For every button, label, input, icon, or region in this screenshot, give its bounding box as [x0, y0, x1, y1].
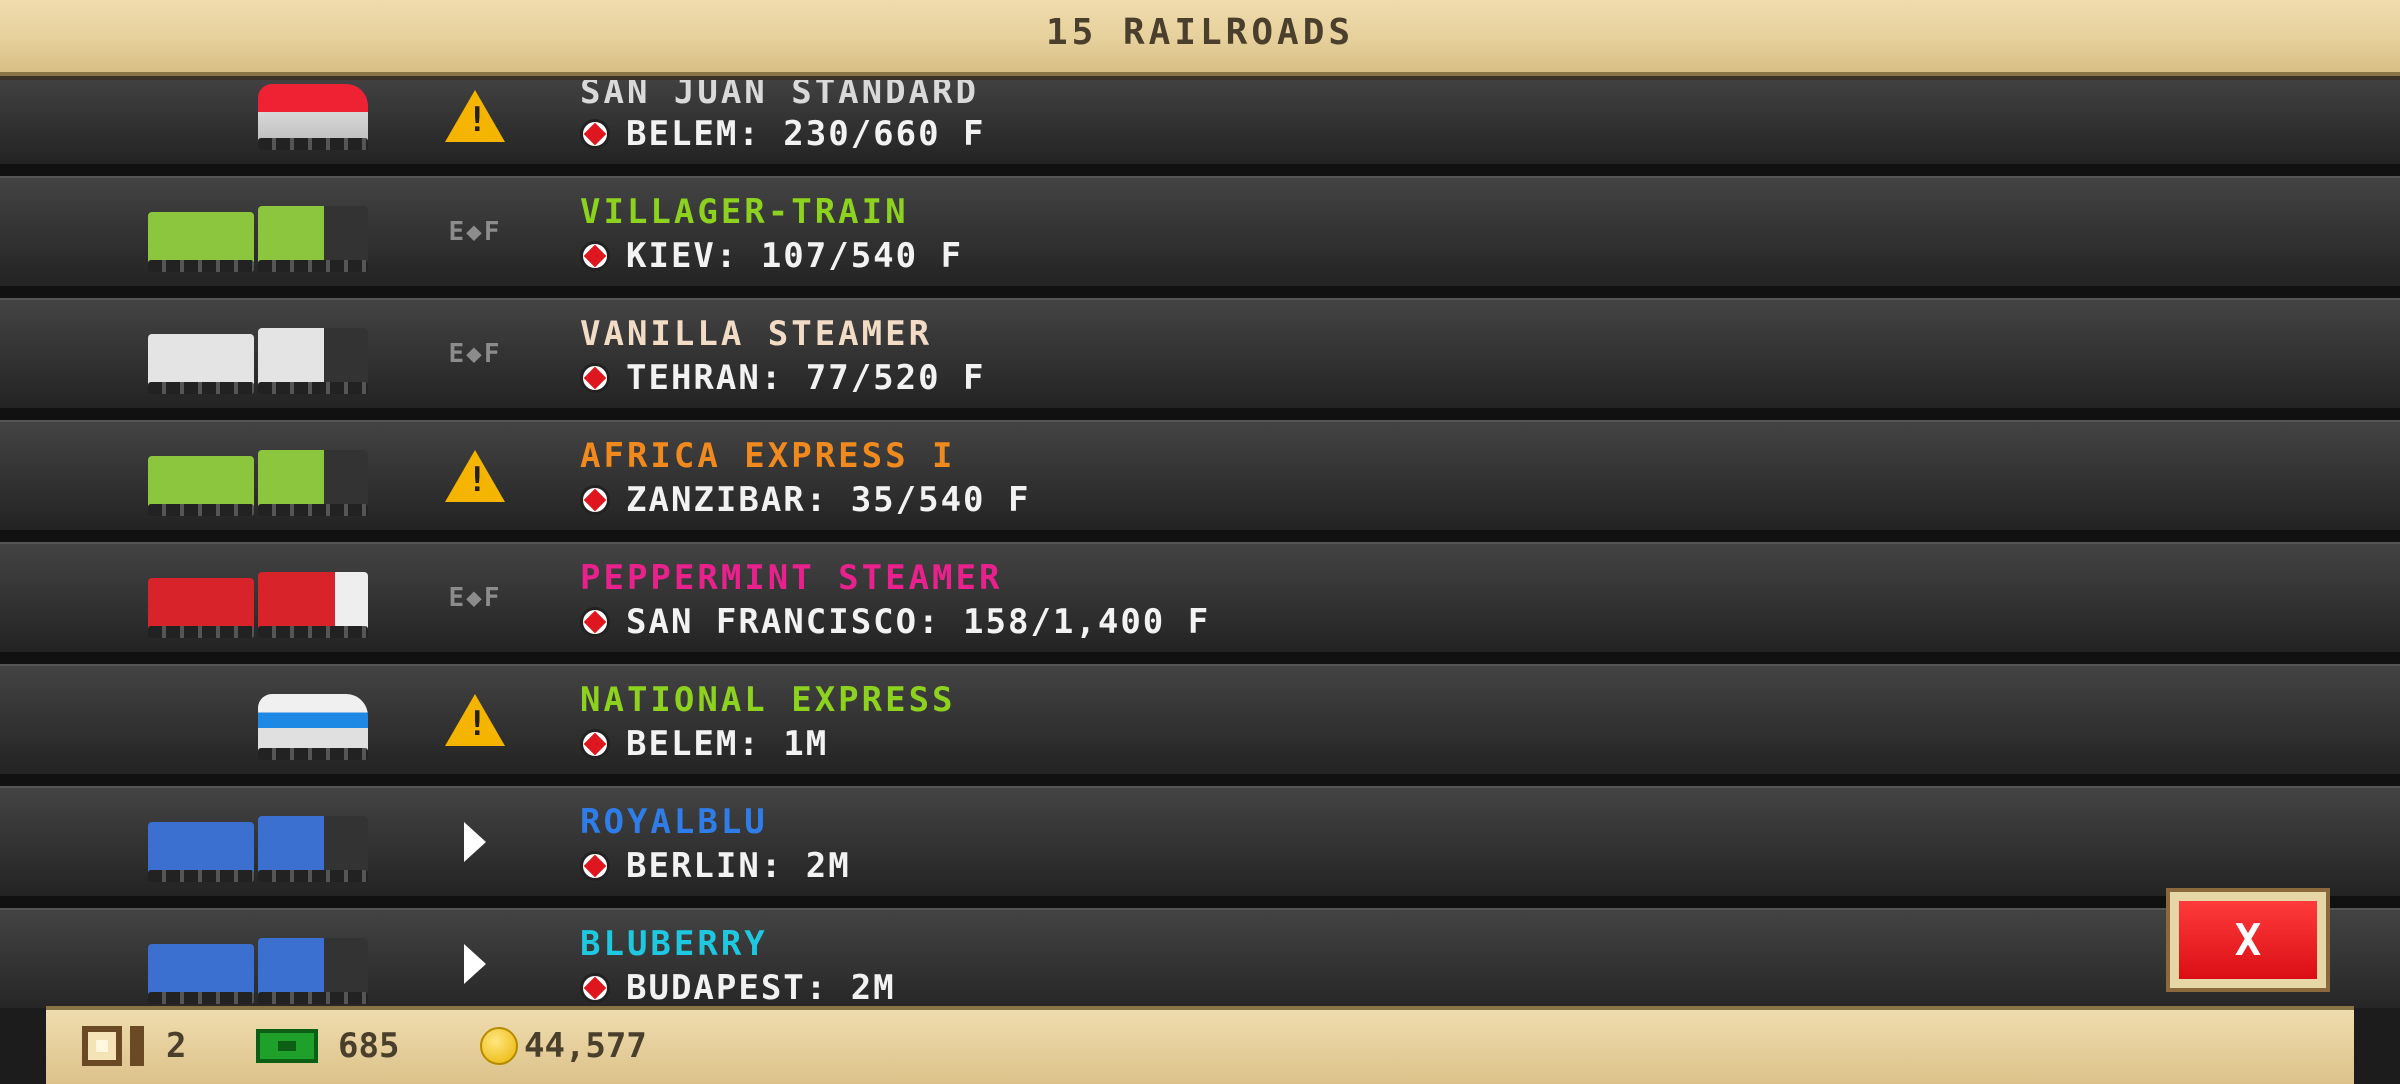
train-steam-red-icon [140, 560, 372, 640]
train-steam-white-icon [140, 316, 372, 396]
railroad-row[interactable]: SAN JUAN STANDARD BELEM: 230/660 F [0, 72, 2400, 176]
location-pin-icon [580, 729, 610, 759]
close-button[interactable]: X [2166, 888, 2330, 992]
train-name: ROYALBLU [580, 802, 768, 842]
train-steam-green-icon [140, 438, 372, 518]
coins-counter: 44,577 [480, 1026, 647, 1066]
empty-full-indicator: E◆F [448, 339, 502, 369]
warning-icon [440, 446, 510, 506]
location-pin-icon [580, 363, 610, 393]
railroad-row[interactable]: AFRICA EXPRESS I ZANZIBAR: 35/540 F [0, 420, 2400, 542]
train-name: PEPPERMINT STEAMER [580, 558, 1003, 598]
railroad-row[interactable]: E◆F VILLAGER-TRAIN KIEV: 107/540 F [0, 176, 2400, 298]
railroad-row[interactable]: BLUBERRY BUDAPEST: 2M [0, 908, 2400, 1008]
train-name: AFRICA EXPRESS I [580, 436, 956, 476]
warning-icon [440, 690, 510, 750]
train-name: SAN JUAN STANDARD [580, 72, 979, 112]
page-title: 15 RAILROADS [1045, 12, 1355, 53]
location-pin-icon [580, 485, 610, 515]
train-destination: BELEM: 1M [580, 724, 828, 764]
location-pin-icon [580, 119, 610, 149]
empty-full-indicator: E◆F [448, 217, 502, 247]
resource-bar: 2 685 44,577 [46, 1006, 2354, 1084]
location-pin-icon [580, 851, 610, 881]
train-diesel-red-icon [140, 72, 372, 152]
train-destination: KIEV: 107/540 F [580, 236, 963, 276]
railroad-row[interactable]: NATIONAL EXPRESS BELEM: 1M [0, 664, 2400, 786]
railroad-row[interactable]: ROYALBLU BERLIN: 2M [0, 786, 2400, 908]
train-name: VANILLA STEAMER [580, 314, 933, 354]
train-diesel-white-icon [140, 682, 372, 762]
train-name: BLUBERRY [580, 924, 768, 964]
location-pin-icon [580, 973, 610, 1003]
train-steam-blue-icon [140, 926, 372, 1006]
train-name: VILLAGER-TRAIN [580, 192, 909, 232]
train-destination: SAN FRANCISCO: 158/1,400 F [580, 602, 1210, 642]
play-icon[interactable] [440, 812, 510, 872]
crates-counter: 2 [82, 1026, 186, 1066]
railroad-row[interactable]: E◆F PEPPERMINT STEAMER SAN FRANCISCO: 15… [0, 542, 2400, 664]
train-name: NATIONAL EXPRESS [580, 680, 956, 720]
cash-icon [256, 1029, 318, 1063]
play-icon[interactable] [440, 934, 510, 994]
location-pin-icon [580, 241, 610, 271]
train-destination: BELEM: 230/660 F [580, 114, 986, 154]
empty-full-indicator: E◆F [448, 583, 502, 613]
cash-counter: 685 [256, 1026, 399, 1066]
train-destination: BUDAPEST: 2M [580, 968, 896, 1008]
train-steam-blue-icon [140, 804, 372, 884]
train-destination: TEHRAN: 77/520 F [580, 358, 986, 398]
crate-icon [82, 1026, 122, 1066]
warning-icon [440, 86, 510, 146]
railroad-list[interactable]: SAN JUAN STANDARD BELEM: 230/660 F E◆F V… [0, 72, 2400, 1008]
railroad-row[interactable]: E◆F VANILLA STEAMER TEHRAN: 77/520 F [0, 298, 2400, 420]
train-destination: BERLIN: 2M [580, 846, 851, 886]
location-pin-icon [580, 607, 610, 637]
train-steam-green-icon [140, 194, 372, 274]
title-bar: 15 RAILROADS [0, 0, 2400, 76]
train-destination: ZANZIBAR: 35/540 F [580, 480, 1030, 520]
close-icon[interactable]: X [2179, 901, 2317, 979]
coin-icon [480, 1027, 518, 1065]
